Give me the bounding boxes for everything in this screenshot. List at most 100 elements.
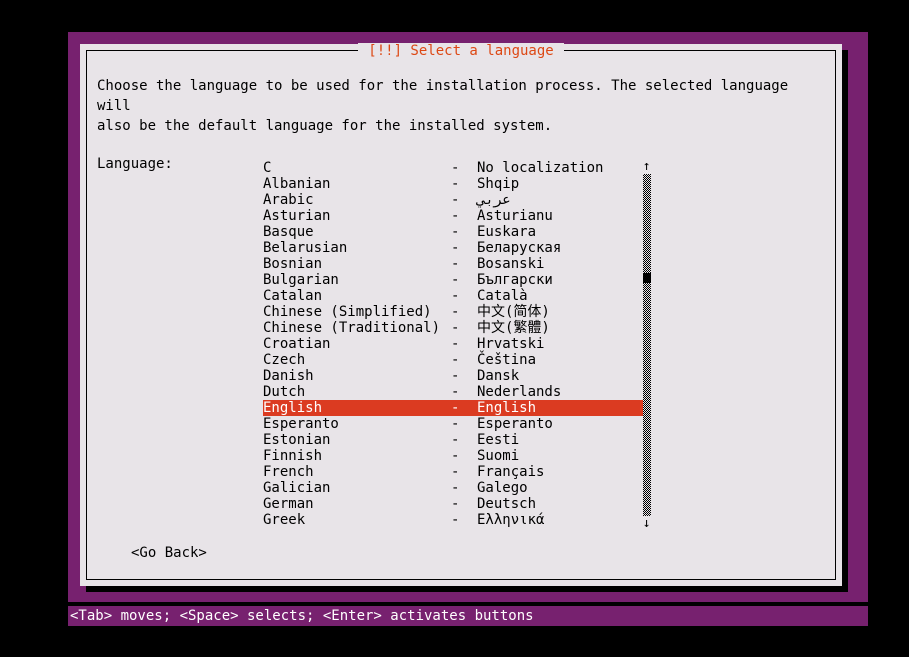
language-row[interactable]: Arabic - عربي bbox=[263, 192, 643, 208]
language-name: English bbox=[263, 400, 323, 416]
status-bar: <Tab> moves; <Space> selects; <Enter> ac… bbox=[68, 606, 868, 626]
language-row[interactable]: Albanian - Shqip bbox=[263, 176, 643, 192]
language-separator: - bbox=[451, 160, 460, 176]
language-native-name: Galego bbox=[477, 480, 528, 496]
scroll-up-arrow-icon[interactable]: ↑ bbox=[641, 160, 652, 173]
go-back-button[interactable]: <Go Back> bbox=[131, 545, 207, 561]
language-separator: - bbox=[451, 512, 460, 528]
scroll-down-arrow-icon[interactable]: ↓ bbox=[641, 517, 652, 530]
language-name: Dutch bbox=[263, 384, 306, 400]
language-row[interactable]: Finnish - Suomi bbox=[263, 448, 643, 464]
language-row[interactable]: Galician - Galego bbox=[263, 480, 643, 496]
language-separator: - bbox=[451, 240, 460, 256]
language-native-name: Euskara bbox=[477, 224, 537, 240]
language-native-name: Hrvatski bbox=[477, 336, 545, 352]
language-native-name: Dansk bbox=[477, 368, 520, 384]
scrollbar-track[interactable] bbox=[643, 174, 651, 516]
language-row[interactable]: Danish - Dansk bbox=[263, 368, 643, 384]
language-native-name: No localization bbox=[477, 160, 604, 176]
language-row[interactable]: Belarusian - Беларуская bbox=[263, 240, 643, 256]
instruction-text: Choose the language to be used for the i… bbox=[97, 78, 789, 134]
language-separator: - bbox=[451, 448, 460, 464]
language-separator: - bbox=[451, 352, 460, 368]
language-name: Finnish bbox=[263, 448, 323, 464]
language-separator: - bbox=[451, 368, 460, 384]
language-row[interactable]: Chinese (Simplified) - 中文(简体) bbox=[263, 304, 643, 320]
language-native-name: 中文(繁體) bbox=[477, 320, 550, 336]
language-row[interactable]: Catalan - Català bbox=[263, 288, 643, 304]
language-separator: - bbox=[451, 176, 460, 192]
language-name: Bosnian bbox=[263, 256, 323, 272]
language-name: Estonian bbox=[263, 432, 331, 448]
language-row[interactable]: Basque - Euskara bbox=[263, 224, 643, 240]
language-native-name: Čeština bbox=[477, 352, 537, 368]
language-native-name: Català bbox=[477, 288, 528, 304]
language-separator: - bbox=[451, 336, 460, 352]
language-name: Danish bbox=[263, 368, 314, 384]
language-native-name: Български bbox=[477, 272, 553, 288]
language-native-name: Esperanto bbox=[477, 416, 553, 432]
language-name: Chinese (Simplified) bbox=[263, 304, 432, 320]
language-row[interactable]: Bulgarian - Български bbox=[263, 272, 643, 288]
language-row[interactable]: Bosnian - Bosanski bbox=[263, 256, 643, 272]
language-name: Albanian bbox=[263, 176, 331, 192]
language-name: Asturian bbox=[263, 208, 331, 224]
language-native-name: Français bbox=[477, 464, 545, 480]
language-native-name: Ελληνικά bbox=[477, 512, 545, 528]
language-native-name: English bbox=[477, 400, 537, 416]
language-name: Chinese (Traditional) bbox=[263, 320, 441, 336]
language-native-name: 中文(简体) bbox=[477, 304, 550, 320]
language-native-name: عربي bbox=[477, 192, 511, 208]
language-row[interactable]: Greek - Ελληνικά bbox=[263, 512, 643, 528]
installer-screen: [!!] Select a language Choose the langua… bbox=[0, 0, 909, 657]
language-native-name: Bosanski bbox=[477, 256, 545, 272]
language-row[interactable]: C - No localization bbox=[263, 160, 643, 176]
language-native-name: Asturianu bbox=[477, 208, 553, 224]
language-name: Bulgarian bbox=[263, 272, 339, 288]
language-row[interactable]: Chinese (Traditional) - 中文(繁體) bbox=[263, 320, 643, 336]
language-row[interactable]: French - Français bbox=[263, 464, 643, 480]
language-row[interactable]: Esperanto - Esperanto bbox=[263, 416, 643, 432]
language-row[interactable]: Czech - Čeština bbox=[263, 352, 643, 368]
language-separator: - bbox=[451, 256, 460, 272]
language-row[interactable]: English - English bbox=[263, 400, 643, 416]
language-name: German bbox=[263, 496, 314, 512]
language-name: Basque bbox=[263, 224, 314, 240]
language-name: Esperanto bbox=[263, 416, 339, 432]
language-native-name: Nederlands bbox=[477, 384, 562, 400]
dialog-content: Choose the language to be used for the i… bbox=[97, 76, 817, 172]
language-row[interactable]: Estonian - Eesti bbox=[263, 432, 643, 448]
language-name: Czech bbox=[263, 352, 306, 368]
language-name: Greek bbox=[263, 512, 306, 528]
language-separator: - bbox=[451, 432, 460, 448]
language-separator: - bbox=[451, 288, 460, 304]
language-name: Catalan bbox=[263, 288, 323, 304]
language-row[interactable]: Croatian - Hrvatski bbox=[263, 336, 643, 352]
language-name: C bbox=[263, 160, 272, 176]
language-list[interactable]: C - No localization Albanian - Shqip Arabic - عر… bbox=[263, 160, 648, 530]
language-separator: - bbox=[451, 480, 460, 496]
language-native-name: Shqip bbox=[477, 176, 520, 192]
language-native-name: Eesti bbox=[477, 432, 520, 448]
language-separator: - bbox=[451, 464, 460, 480]
language-name: Belarusian bbox=[263, 240, 348, 256]
language-separator: - bbox=[451, 496, 460, 512]
language-separator: - bbox=[451, 304, 460, 320]
language-separator: - bbox=[451, 416, 460, 432]
language-separator: - bbox=[451, 192, 460, 208]
language-row[interactable]: German - Deutsch bbox=[263, 496, 643, 512]
language-list-scrollbar[interactable]: ↑ ↓ bbox=[641, 160, 652, 530]
language-native-name: Беларуская bbox=[477, 240, 562, 256]
language-separator: - bbox=[451, 320, 460, 336]
language-separator: - bbox=[451, 384, 460, 400]
language-row[interactable]: Dutch - Nederlands bbox=[263, 384, 643, 400]
language-separator: - bbox=[451, 224, 460, 240]
language-separator: - bbox=[451, 272, 460, 288]
language-separator: - bbox=[451, 208, 460, 224]
language-row[interactable]: Asturian - Asturianu bbox=[263, 208, 643, 224]
language-separator: - bbox=[451, 400, 460, 416]
language-name: French bbox=[263, 464, 314, 480]
language-name: Galician bbox=[263, 480, 331, 496]
language-native-name: Suomi bbox=[477, 448, 520, 464]
scrollbar-thumb[interactable] bbox=[643, 273, 651, 284]
